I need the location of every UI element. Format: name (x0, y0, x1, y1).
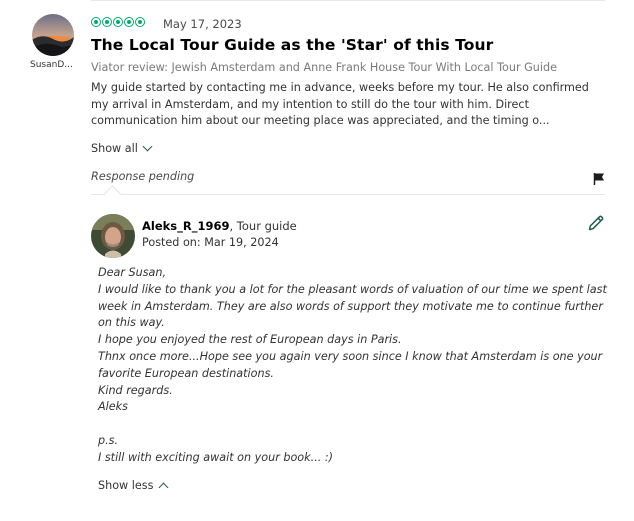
reviewer-username[interactable]: SusanD... (30, 60, 78, 70)
response-line: Aleks (98, 400, 128, 414)
guide-name[interactable]: Aleks_R_1969 (142, 219, 230, 233)
review-source: Viator review: Jewish Amsterdam and Anne… (91, 61, 557, 74)
reviewer-avatar[interactable] (32, 14, 74, 56)
show-all-button[interactable]: Show all (91, 141, 153, 155)
show-less-label: Show less (98, 479, 154, 492)
response-line: I still with exciting await on your book… (98, 450, 333, 464)
review-date: May 17, 2023 (163, 17, 242, 31)
pencil-icon[interactable] (587, 214, 605, 232)
response-divider (91, 194, 605, 195)
response-line: Dear Susan, (98, 266, 167, 279)
review-title[interactable]: The Local Tour Guide as the 'Star' of th… (91, 36, 493, 54)
rating-bubble (91, 17, 101, 27)
response-line: I hope you enjoyed the rest of European … (98, 333, 402, 347)
response-pointer (103, 185, 122, 204)
rating-bubble (113, 17, 123, 27)
top-divider (91, 0, 605, 1)
review-body: My guide started by contacting me in adv… (91, 81, 589, 127)
response-line (98, 416, 608, 433)
response-status: Response pending (91, 170, 195, 183)
chevron-down-icon (142, 141, 153, 152)
guide-avatar[interactable] (91, 214, 135, 258)
response-line: p.s. (98, 433, 119, 447)
flag-icon[interactable] (592, 171, 606, 185)
chevron-up-icon (158, 482, 169, 492)
response-text: Dear Susan, I would like to thank you a … (98, 265, 608, 467)
response-line: Thnx once more...Hope see you again very… (98, 349, 603, 380)
show-all-label: Show all (91, 142, 138, 155)
rating-bubble (102, 17, 112, 27)
rating-bubble (135, 17, 145, 27)
response-posted-date: Posted on: Mar 19, 2024 (142, 236, 279, 249)
show-less-button[interactable]: Show less (98, 479, 169, 492)
response-line: I would like to thank you a lot for the … (98, 282, 607, 330)
response-line: Kind regards. (98, 383, 173, 397)
rating-bubbles (91, 17, 145, 27)
guide-role: , Tour guide (229, 219, 297, 233)
rating-bubble (124, 17, 134, 27)
guide-byline: Aleks_R_1969, Tour guide (142, 219, 297, 233)
